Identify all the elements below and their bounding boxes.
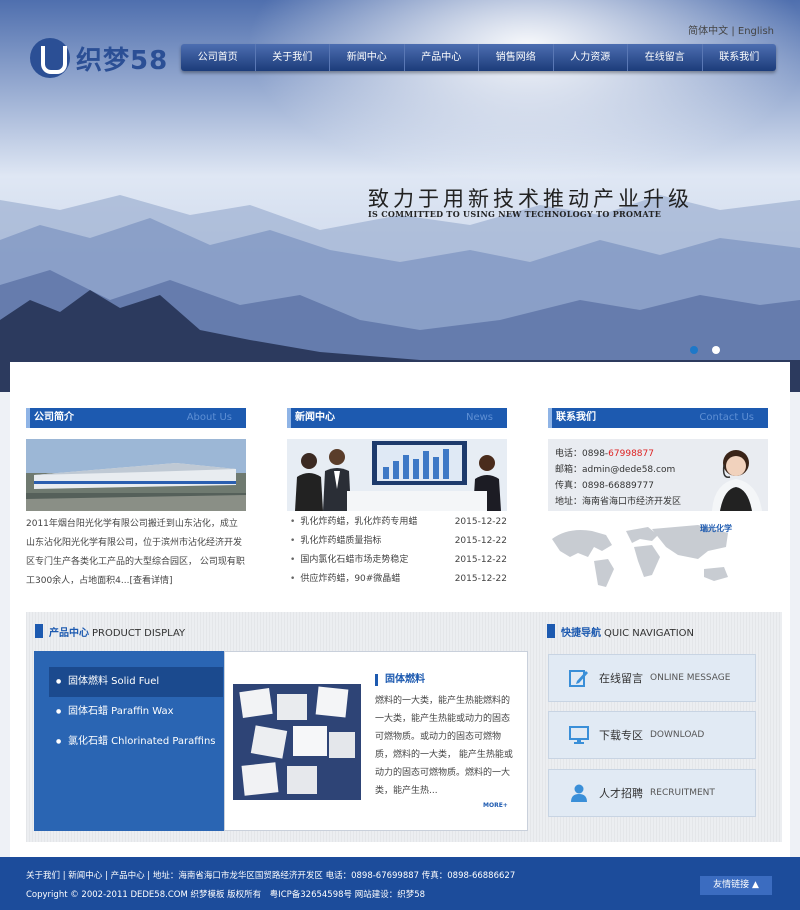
lang-chinese-link[interactable]: 简体中文: [688, 26, 728, 37]
nav-contact[interactable]: 联系我们: [703, 44, 777, 71]
main-nav: 公司首页 关于我们 新闻中心 产品中心 销售网络 人力资源 在线留言 联系我们: [181, 44, 776, 71]
quicknav-title: 快捷导航: [561, 628, 601, 639]
site-footer: 关于我们 | 新闻中心 | 产品中心 | 地址：海南省海口市龙华区国贸路经济开发…: [0, 857, 800, 910]
nav-home[interactable]: 公司首页: [181, 44, 256, 71]
quicknav-item-cn: 下载专区: [599, 729, 643, 742]
monitor-icon: [569, 726, 589, 744]
footer-copyright: Copyright © 2002-2011 DEDE58.COM 织梦模板 版权…: [26, 890, 426, 900]
news-item[interactable]: 乳化炸药蜡，乳化炸药专用蜡 2015-12-22: [287, 513, 507, 532]
site-logo[interactable]: 织梦58: [30, 38, 168, 78]
product-description: 燃料的一大类，能产生热能燃料的一大类，能产生热能或动力的固态可燃物质。或动力的固…: [375, 696, 513, 796]
product-more-link[interactable]: MORE+: [483, 802, 508, 809]
main-content: 公司简介 About Us 2011年烟台阳光化学有限公司搬迁到山东沾化，成立山…: [10, 362, 790, 857]
quicknav-header: 快捷导航 QUIC NAVIGATION: [547, 624, 694, 640]
news-item[interactable]: 供应炸药蜡，90#微晶蜡 2015-12-22: [287, 570, 507, 589]
quicknav-online-message-button[interactable]: 在线留言 ONLINE MESSAGE: [548, 654, 756, 702]
edit-icon: [569, 669, 589, 687]
product-image[interactable]: [233, 684, 361, 800]
about-title: 公司简介: [34, 412, 74, 423]
news-item-title: 乳化炸药蜡质量指标: [290, 532, 381, 551]
map-company-logo: 瑞光化学: [700, 524, 732, 533]
quicknav-title-en: QUIC NAVIGATION: [604, 628, 694, 639]
quicknav-item-en: DOWNLOAD: [650, 730, 705, 740]
products-header-marker: [35, 624, 43, 638]
nav-hr[interactable]: 人力资源: [554, 44, 628, 71]
news-item-title: 国内氯化石蜡市场走势稳定: [290, 551, 408, 570]
category-chlorinated-paraffins[interactable]: 氯化石蜡 Chlorinated Paraffins: [49, 727, 223, 757]
nav-sales[interactable]: 销售网络: [479, 44, 554, 71]
news-section: 新闻中心 News 乳化炸药蜡，乳化炸药专用蜡 2015-12-22 乳化炸药蜡质…: [287, 408, 507, 589]
banner-slogan-en: IS COMMITTED TO USING NEW TECHNOLOGY TO …: [368, 209, 662, 219]
about-text-block: 2011年烟台阳光化学有限公司搬迁到山东沾化，成立山东沾化阳光化学有限公司，位于…: [26, 515, 246, 591]
quicknav-recruitment-button[interactable]: 人才招聘 RECRUITMENT: [548, 769, 756, 817]
nav-products[interactable]: 产品中心: [405, 44, 479, 71]
category-solid-fuel[interactable]: 固体燃料 Solid Fuel: [49, 667, 223, 697]
news-title: 新闻中心: [295, 412, 335, 423]
product-categories: 固体燃料 Solid Fuel 固体石蜡 Paraffin Wax 氯化石蜡 C…: [34, 651, 224, 831]
quicknav-item-en: ONLINE MESSAGE: [650, 673, 731, 683]
products-header: 产品中心 PRODUCT DISPLAY: [35, 624, 185, 640]
world-map: 瑞光化学: [548, 517, 768, 593]
products-title-en: PRODUCT DISPLAY: [92, 628, 186, 639]
support-agent-image: [712, 450, 762, 511]
about-more-link[interactable]: [查看详情]: [130, 576, 173, 586]
slider-dots: [690, 346, 720, 354]
contact-header: 联系我们 Contact Us: [548, 408, 768, 428]
logo-text: 织梦58: [76, 45, 169, 76]
slider-dot-1[interactable]: [690, 346, 698, 354]
lang-english-link[interactable]: English: [738, 26, 774, 37]
footer-link-about[interactable]: 关于我们: [26, 871, 60, 881]
person-icon: [569, 784, 589, 802]
logo-icon: [30, 38, 70, 78]
about-header: 公司简介 About Us: [26, 408, 246, 428]
quicknav-download-button[interactable]: 下载专区 DOWNLOAD: [548, 711, 756, 759]
quicknav-item-en: RECRUITMENT: [650, 788, 715, 798]
nav-news[interactable]: 新闻中心: [330, 44, 405, 71]
footer-address: 地址：海南省海口市龙华区国贸路经济开发区 电话：0898-67699887 传真…: [152, 871, 516, 881]
contact-info: 电话：0898-67998877 邮箱：admin@dede58.com 传真：…: [548, 439, 768, 511]
quicknav-item-cn: 人才招聘: [599, 787, 643, 800]
product-detail: 固体燃料 燃料的一大类，能产生热能燃料的一大类，能产生热能或动力的固态可燃物质。…: [224, 651, 528, 831]
nav-message[interactable]: 在线留言: [628, 44, 703, 71]
news-list: 乳化炸药蜡，乳化炸药专用蜡 2015-12-22 乳化炸药蜡质量指标 2015-12…: [287, 513, 507, 589]
contact-phone-number: 67998877: [608, 449, 654, 459]
hero-banner: 织梦58 简体中文 | English 公司首页 关于我们 新闻中心 产品中心 …: [0, 0, 800, 392]
friend-links-button[interactable]: 友情链接 ▲: [700, 876, 772, 895]
product-title: 固体燃料: [375, 674, 425, 686]
footer-link-products[interactable]: 产品中心: [111, 871, 145, 881]
news-item[interactable]: 乳化炸药蜡质量指标 2015-12-22: [287, 532, 507, 551]
language-switch: 简体中文 | English: [688, 22, 774, 37]
business-meeting-image: [287, 439, 507, 511]
slider-dot-2[interactable]: [712, 346, 720, 354]
news-item-date: 2015-12-22: [454, 555, 507, 565]
news-item-date: 2015-12-22: [454, 517, 507, 527]
contact-title-en: Contact Us: [699, 412, 754, 423]
category-paraffin-wax[interactable]: 固体石蜡 Paraffin Wax: [49, 697, 223, 727]
footer-line-1: 关于我们 | 新闻中心 | 产品中心 | 地址：海南省海口市龙华区国贸路经济开发…: [26, 871, 516, 881]
news-item-title: 供应炸药蜡，90#微晶蜡: [290, 570, 400, 589]
about-title-en: About Us: [186, 412, 232, 423]
news-title-en: News: [465, 412, 493, 423]
products-title: 产品中心: [49, 628, 89, 639]
news-item-title: 乳化炸药蜡，乳化炸药专用蜡: [290, 513, 417, 532]
quicknav-header-marker: [547, 624, 555, 638]
about-section: 公司简介 About Us 2011年烟台阳光化学有限公司搬迁到山东沾化，成立山…: [26, 408, 246, 591]
contact-title: 联系我们: [556, 412, 596, 423]
factory-image: [26, 439, 246, 511]
footer-link-news[interactable]: 新闻中心: [68, 871, 102, 881]
news-item[interactable]: 国内氯化石蜡市场走势稳定 2015-12-22: [287, 551, 507, 570]
news-item-date: 2015-12-22: [454, 536, 507, 546]
contact-section: 联系我们 Contact Us 电话：0898-67998877 邮箱：admi…: [548, 408, 768, 593]
nav-about[interactable]: 关于我们: [256, 44, 330, 71]
news-item-date: 2015-12-22: [454, 574, 507, 584]
lang-separator: |: [731, 26, 735, 37]
news-header: 新闻中心 News: [287, 408, 507, 428]
quicknav-item-cn: 在线留言: [599, 672, 643, 685]
